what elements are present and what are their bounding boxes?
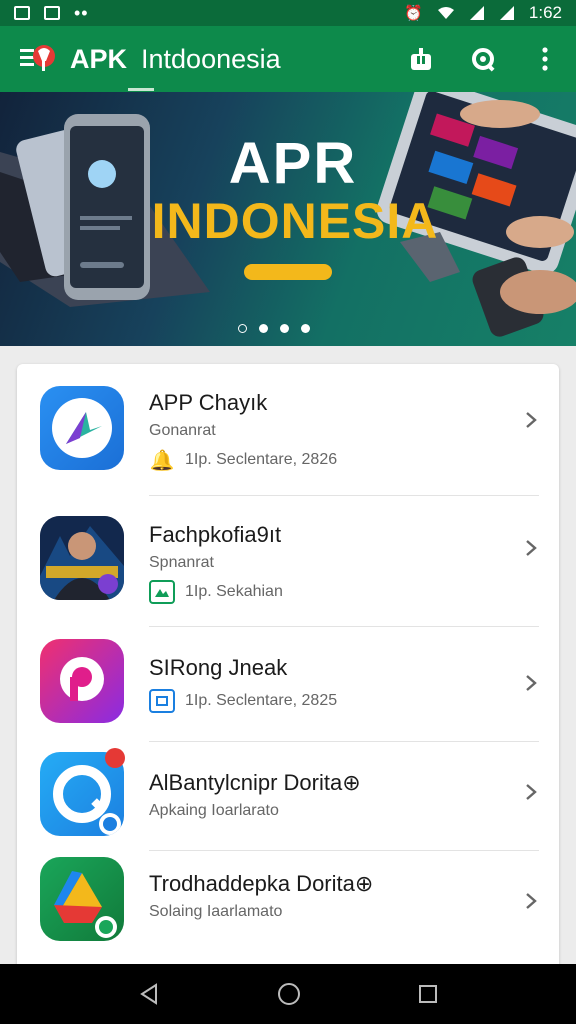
badge-icon: 🔔	[149, 449, 175, 472]
app-bar: APK Intdoonesia	[0, 26, 576, 92]
banner-subtitle: INDONESIA	[151, 193, 439, 249]
recents-icon[interactable]	[418, 984, 438, 1004]
drive-logo-icon	[40, 857, 124, 941]
title-underline	[128, 88, 154, 91]
status-bar: •• ⏰ 1:62	[0, 0, 576, 26]
wifi-icon	[437, 7, 454, 19]
clock: 1:62	[528, 3, 562, 22]
app-list-item[interactable]: AlBantylcnipr Dorita⊕ Apkaing Ioarlarato	[17, 742, 559, 850]
overflow-menu-button[interactable]	[532, 46, 558, 72]
carousel-dot[interactable]	[301, 324, 310, 333]
notification-badge	[105, 748, 125, 768]
app-name: APP Chayık	[149, 390, 268, 415]
app-list-item[interactable]: APP Chayık Gonanrat 🔔 1Ip. Seclentare, 2…	[17, 364, 559, 496]
chevron-right-icon	[526, 412, 537, 428]
chevron-right-icon	[526, 675, 537, 691]
app-meta: 1Ip. Seclentare, 2826	[185, 451, 338, 468]
app-developer: Solaing Iaarlamato	[149, 903, 283, 920]
app-gradient-logo-icon	[40, 386, 124, 470]
carousel-dot[interactable]	[259, 324, 268, 333]
carousel-dot[interactable]	[280, 324, 289, 333]
carousel-indicator[interactable]	[238, 324, 310, 333]
carousel-dot[interactable]	[238, 324, 247, 333]
person-thumbnail-icon	[40, 516, 124, 600]
app-list-item[interactable]: Trodhaddepka Dorita⊕ Solaing Iaarlamato	[17, 851, 559, 961]
promo-banner[interactable]: APR INDONESIA	[0, 92, 576, 346]
app-developer: Apkaing Ioarlarato	[149, 802, 279, 819]
chevron-right-icon	[526, 540, 537, 556]
pink-p-logo-icon	[40, 639, 124, 723]
app-name: AlBantylcnipr Dorita⊕	[149, 770, 361, 795]
signal-2-icon	[499, 6, 514, 20]
app-name: Fachpkofia9ıt	[149, 522, 282, 547]
app-list-card: APP Chayık Gonanrat 🔔 1Ip. Seclentare, 2…	[17, 364, 559, 974]
app-name: Trodhaddepka Dorita⊕	[149, 871, 374, 896]
home-icon[interactable]	[277, 982, 301, 1006]
more-vert-icon	[542, 47, 548, 71]
alarm-icon: ⏰	[404, 5, 423, 22]
banner-title: APR	[228, 131, 358, 196]
download-button[interactable]	[408, 46, 434, 72]
signal-icon	[469, 6, 484, 20]
search-button[interactable]	[470, 46, 496, 72]
menu-logo-icon[interactable]	[18, 39, 58, 79]
app-meta: 1Ip. Sekahian	[185, 583, 283, 600]
device-icon	[149, 689, 175, 713]
app-title-brand: APK	[70, 43, 128, 74]
back-icon[interactable]	[138, 983, 160, 1005]
banner-cta-bar[interactable]	[244, 264, 332, 280]
app-list-item[interactable]: Fachpkofia9ıt Spnanrat 1Ip. Sekahian	[17, 496, 559, 626]
gallery-icon	[44, 6, 60, 20]
app-developer: Spnanrat	[149, 554, 214, 571]
app-name: SIRong Jneak	[149, 655, 288, 680]
screenshot-icon	[14, 6, 30, 20]
chevron-right-icon	[526, 784, 537, 800]
download-icon	[411, 48, 431, 70]
app-meta: 1Ip. Seclentare, 2825	[185, 692, 338, 709]
app-title-name: Intdoonesia	[141, 43, 281, 74]
app-title: APK Intdoonesia	[70, 44, 281, 75]
system-nav-bar	[0, 964, 576, 1024]
app-list-item[interactable]: SIRong Jneak 1Ip. Seclentare, 2825	[17, 627, 559, 741]
chevron-right-icon	[526, 893, 537, 909]
search-icon	[472, 48, 495, 72]
image-icon	[149, 580, 175, 604]
app-developer: Gonanrat	[149, 422, 216, 439]
more-notifications-icon: ••	[74, 3, 89, 23]
